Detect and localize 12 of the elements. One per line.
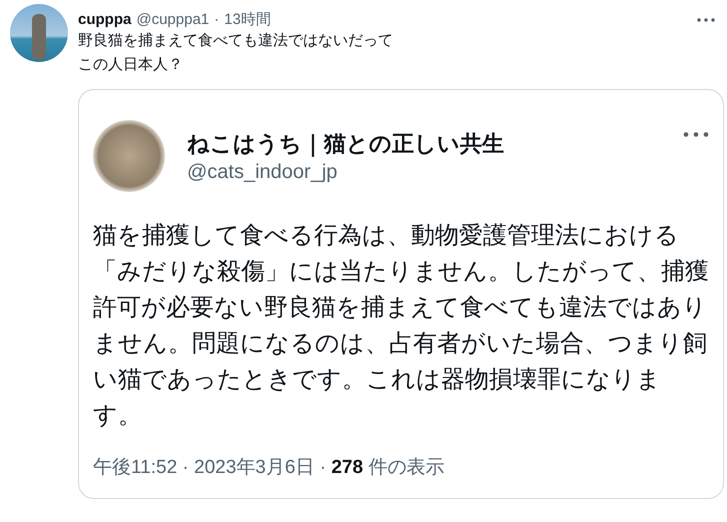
- quoted-post-text: 猫を捕獲して食べる行為は、動物愛護管理法における「みだりな殺傷」には当たりません。したがって、捕獲許可が必要ない野良猫を捕まえて食べても違法ではありません。問題になるのは、占有者がいた場合、つまり飼い猫であったときです。これは器物損壊罪になります。: [93, 221, 709, 431]
- author-name[interactable]: cupppa: [78, 11, 132, 28]
- post-text-line: 野良猫を捕まえて食べても違法ではないだって: [78, 31, 394, 51]
- author-handle: @cupppa1: [136, 11, 210, 28]
- quoted-author-name: ねこはうち｜猫との正しい共生: [187, 130, 505, 158]
- more-icon: [683, 132, 709, 137]
- more-icon[interactable]: [697, 18, 715, 22]
- post-time[interactable]: 13時間: [224, 10, 271, 29]
- post-text-line: この人日本人？: [78, 55, 184, 75]
- quoted-author-handle: @cats_indoor_jp: [187, 160, 338, 184]
- separator: ·: [214, 11, 220, 28]
- quoted-post-meta: 午後11:52 · 2023年3月6日 · 278 件の表示: [93, 456, 446, 480]
